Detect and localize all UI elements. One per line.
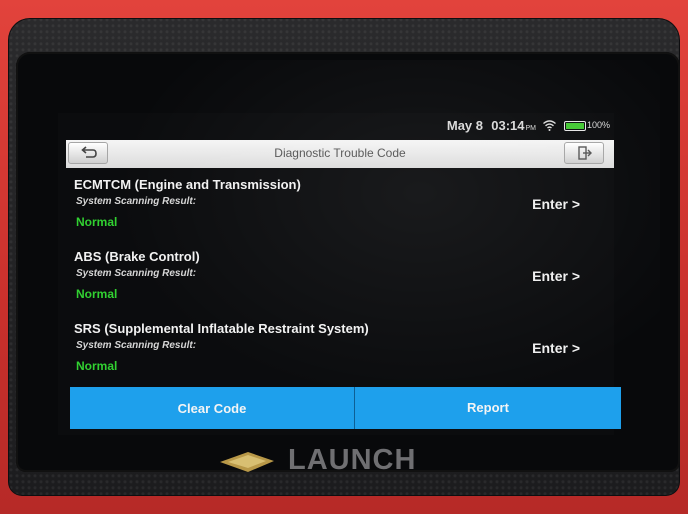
- status-normal: Normal: [76, 215, 118, 229]
- system-name: SRS (Supplemental Inflatable Restraint S…: [74, 321, 369, 336]
- system-item-srs: SRS (Supplemental Inflatable Restraint S…: [58, 317, 614, 389]
- status-time: 03:14PM: [491, 118, 536, 133]
- enter-button-ecmtcm[interactable]: Enter >: [528, 194, 584, 214]
- system-item-ecmtcm: ECMTCM (Engine and Transmission) System …: [58, 173, 614, 245]
- action-bar: Clear Code Report: [70, 387, 621, 429]
- status-normal: Normal: [76, 287, 118, 301]
- enter-button-srs[interactable]: Enter >: [528, 338, 584, 358]
- status-bar: May 8 03:14PM 100%: [58, 113, 614, 138]
- system-item-abs: ABS (Brake Control) System Scanning Resu…: [58, 245, 614, 317]
- exit-icon: [578, 146, 592, 160]
- status-time-value: 03:14: [491, 118, 525, 133]
- wifi-icon: [543, 120, 556, 131]
- title-bar: Diagnostic Trouble Code: [66, 140, 614, 168]
- brand-name: LAUNCH: [288, 444, 417, 476]
- status-date: May 8: [446, 118, 483, 133]
- page-title: Diagnostic Trouble Code: [274, 146, 406, 160]
- status-normal: Normal: [76, 359, 118, 373]
- launch-logo-icon: [220, 452, 274, 472]
- report-button[interactable]: Report: [355, 387, 621, 429]
- clear-code-button[interactable]: Clear Code: [70, 387, 354, 429]
- enter-button-abs[interactable]: Enter >: [528, 266, 584, 286]
- battery-fill: [566, 123, 584, 129]
- scan-result-label: System Scanning Result:: [76, 340, 197, 351]
- exit-button[interactable]: [564, 142, 604, 164]
- system-name: ECMTCM (Engine and Transmission): [74, 177, 301, 192]
- battery-percent: 100%: [586, 120, 610, 130]
- status-ampm: PM: [525, 125, 537, 132]
- system-name: ABS (Brake Control): [74, 249, 200, 264]
- scan-result-label: System Scanning Result:: [76, 196, 197, 207]
- battery-icon: [564, 121, 586, 131]
- scan-result-label: System Scanning Result:: [76, 268, 197, 279]
